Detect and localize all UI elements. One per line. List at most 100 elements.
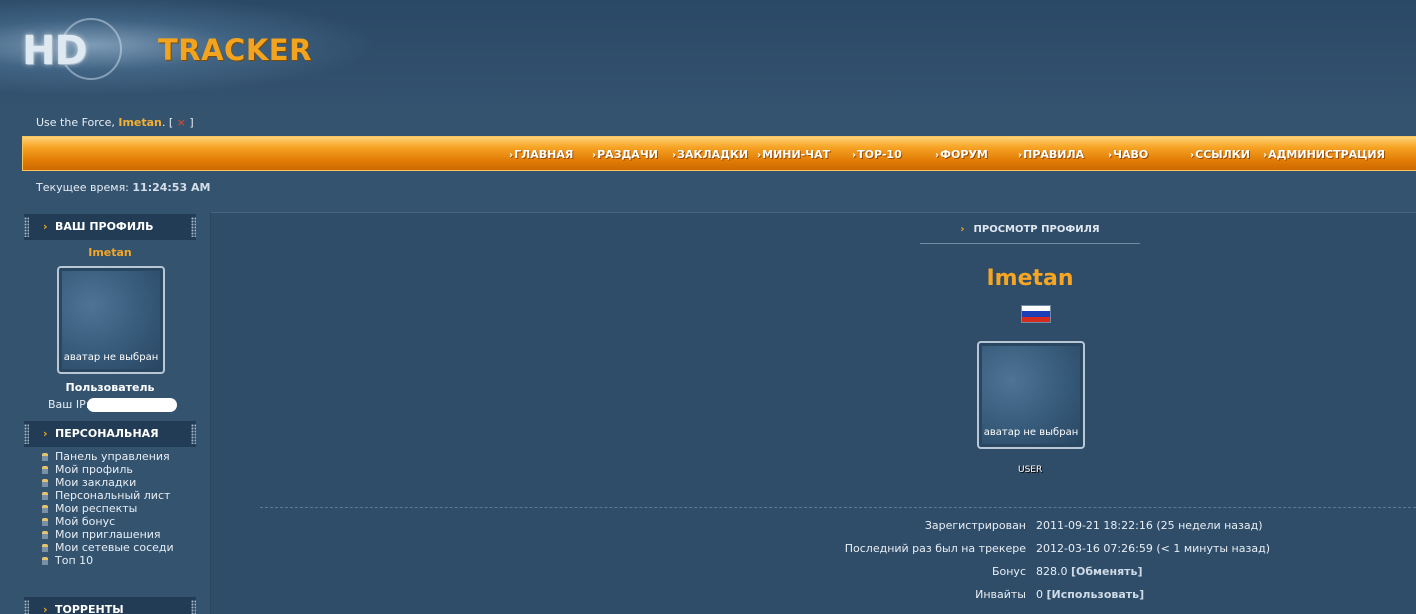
list-item-label: Мои сетевые соседи bbox=[55, 541, 174, 554]
chevron-right-icon: › bbox=[1263, 150, 1268, 161]
chevron-right-icon: › bbox=[935, 150, 940, 161]
chevron-right-icon: › bbox=[672, 150, 677, 161]
chevron-right-icon: › bbox=[757, 150, 762, 161]
chevron-right-icon: › bbox=[852, 150, 857, 161]
nav-item-rules[interactable]: ›ПРАВИЛА bbox=[1018, 148, 1084, 161]
user-icon bbox=[42, 531, 48, 539]
row-value-text: 0 bbox=[1036, 588, 1047, 601]
site-logo[interactable]: HD TRACKER bbox=[0, 0, 380, 96]
personal-item-my-respects[interactable]: Мои респекты bbox=[42, 502, 174, 515]
row-label: Бонус bbox=[991, 565, 1026, 578]
row-value: 828.0 [Обменять] bbox=[1036, 565, 1143, 578]
greeting-username-link[interactable]: Imetan bbox=[118, 116, 162, 129]
sidebar-personal-header: › ПЕРСОНАЛЬНАЯ bbox=[24, 421, 196, 447]
row-value: 0 [Использовать] bbox=[1036, 588, 1144, 601]
row-value-text: 2011-09-21 18:22:16 (25 недели назад) bbox=[1036, 519, 1263, 532]
avatar-image: аватар не выбран bbox=[982, 346, 1080, 444]
nav-item-bookmarks[interactable]: ›ЗАКЛАДКИ bbox=[672, 148, 748, 161]
grip-icon bbox=[191, 600, 196, 614]
grip-icon bbox=[191, 424, 196, 444]
greeting-prefix: Use the Force, bbox=[36, 116, 119, 129]
block-title: ТОРРЕНТЫ bbox=[55, 603, 124, 614]
site-header: HD TRACKER Use the Force, Imetan. [ × ] bbox=[0, 0, 1416, 129]
current-time: Текущее время: 11:24:53 AM bbox=[36, 181, 210, 194]
personal-item-my-bookmarks[interactable]: Мои закладки bbox=[42, 476, 174, 489]
main-navigation: ›ГЛАВНАЯ ›РАЗДАЧИ ›ЗАКЛАДКИ ›МИНИ-ЧАТ ›T… bbox=[22, 136, 1416, 171]
ip-label: Ваш IP: bbox=[48, 398, 90, 411]
list-item-label: Персональный лист bbox=[55, 489, 171, 502]
nav-label: ЧАВО bbox=[1113, 148, 1149, 161]
grip-icon bbox=[191, 217, 196, 237]
logo-tracker-text: TRACKER bbox=[158, 33, 312, 67]
user-icon bbox=[42, 544, 48, 552]
nav-label: ПРАВИЛА bbox=[1023, 148, 1085, 161]
personal-item-my-bonus[interactable]: Мой бонус bbox=[42, 515, 174, 528]
avatar-image: аватар не выбран bbox=[62, 271, 160, 369]
nav-item-torrents[interactable]: ›РАЗДАЧИ bbox=[592, 148, 658, 161]
list-item-label: Панель управления bbox=[55, 450, 170, 463]
clock-label: Текущее время: bbox=[36, 181, 133, 194]
profile-row-invites: Инвайты 0 [Использовать] bbox=[760, 588, 1416, 604]
list-item-label: Мой бонус bbox=[55, 515, 116, 528]
chevron-right-icon: › bbox=[960, 224, 965, 235]
greeting-bracket-open: . [ bbox=[161, 116, 177, 129]
nav-item-top10[interactable]: ›TOP-10 bbox=[852, 148, 902, 161]
grip-icon bbox=[24, 424, 29, 444]
nav-label: ФОРУМ bbox=[940, 148, 988, 161]
divider bbox=[260, 507, 1416, 508]
nav-item-links[interactable]: ›ССЫЛКИ bbox=[1190, 148, 1250, 161]
personal-item-top10[interactable]: Топ 10 bbox=[42, 554, 174, 567]
country-flag-icon bbox=[1021, 305, 1051, 323]
nav-item-home[interactable]: ›ГЛАВНАЯ bbox=[509, 148, 573, 161]
use-invites-link[interactable]: [Использовать] bbox=[1047, 588, 1145, 601]
sidebar-profile-header: › ВАШ ПРОФИЛЬ bbox=[24, 214, 196, 240]
grip-icon bbox=[24, 600, 29, 614]
nav-item-forum[interactable]: ›ФОРУМ bbox=[935, 148, 988, 161]
user-icon bbox=[42, 479, 48, 487]
list-item-label: Мои респекты bbox=[55, 502, 138, 515]
chevron-right-icon: › bbox=[592, 150, 597, 161]
sidebar-user-role: Пользователь bbox=[65, 381, 155, 394]
row-label: Зарегистрирован bbox=[924, 519, 1026, 532]
nav-label: ЗАКЛАДКИ bbox=[677, 148, 749, 161]
page-title-text: ПРОСМОТР ПРОФИЛЯ bbox=[973, 224, 1100, 235]
user-icon bbox=[42, 453, 48, 461]
row-value: 2012-03-16 07:26:59 (< 1 минуты назад) bbox=[1036, 542, 1270, 555]
exchange-bonus-link[interactable]: [Обменять] bbox=[1071, 565, 1143, 578]
profile-row-registered: Зарегистрирован 2011-09-21 18:22:16 (25 … bbox=[760, 519, 1416, 535]
row-value-text: 828.0 bbox=[1036, 565, 1071, 578]
nav-item-faq[interactable]: ›ЧАВО bbox=[1108, 148, 1148, 161]
flag-stripe bbox=[1022, 316, 1050, 322]
nav-item-administration[interactable]: ›АДМИНИСТРАЦИЯ bbox=[1263, 148, 1385, 161]
block-title: ВАШ ПРОФИЛЬ bbox=[55, 220, 154, 233]
chevron-right-icon: › bbox=[43, 220, 48, 233]
page-title: › ПРОСМОТР ПРОФИЛЯ bbox=[920, 224, 1140, 244]
personal-item-personal-list[interactable]: Персональный лист bbox=[42, 489, 174, 502]
profile-row-last-seen: Последний раз был на трекере 2012-03-16 … bbox=[760, 542, 1416, 558]
user-icon bbox=[42, 518, 48, 526]
user-icon bbox=[42, 466, 48, 474]
row-label: Инвайты bbox=[975, 588, 1026, 601]
block-title: ПЕРСОНАЛЬНАЯ bbox=[55, 427, 159, 440]
sidebar-username[interactable]: Imetan bbox=[24, 246, 196, 259]
ip-redaction bbox=[87, 398, 178, 412]
nav-item-mini-chat[interactable]: ›МИНИ-ЧАТ bbox=[757, 148, 830, 161]
chevron-right-icon: › bbox=[43, 603, 48, 614]
sidebar-torrents-header: › ТОРРЕНТЫ bbox=[24, 597, 196, 614]
chevron-right-icon: › bbox=[1190, 150, 1195, 161]
personal-item-network-neighbors[interactable]: Мои сетевые соседи bbox=[42, 541, 174, 554]
personal-item-control-panel[interactable]: Панель управления bbox=[42, 450, 174, 463]
row-value: 2011-09-21 18:22:16 (25 недели назад) bbox=[1036, 519, 1263, 532]
chevron-right-icon: › bbox=[43, 427, 48, 440]
personal-item-my-profile[interactable]: Мой профиль bbox=[42, 463, 174, 476]
greeting: Use the Force, Imetan. [ × ] bbox=[36, 116, 194, 129]
nav-label: РАЗДАЧИ bbox=[597, 148, 658, 161]
logout-close-icon[interactable]: × bbox=[177, 116, 186, 129]
sidebar-ip: Ваш IP: bbox=[48, 398, 178, 412]
user-icon bbox=[42, 557, 48, 565]
logo-hd-text: HD bbox=[22, 28, 88, 74]
sidebar-avatar[interactable]: аватар не выбран bbox=[57, 266, 165, 374]
personal-item-my-invites[interactable]: Мои приглашения bbox=[42, 528, 174, 541]
avatar-caption: аватар не выбран bbox=[983, 427, 1079, 438]
profile-username: Imetan bbox=[986, 266, 1074, 291]
